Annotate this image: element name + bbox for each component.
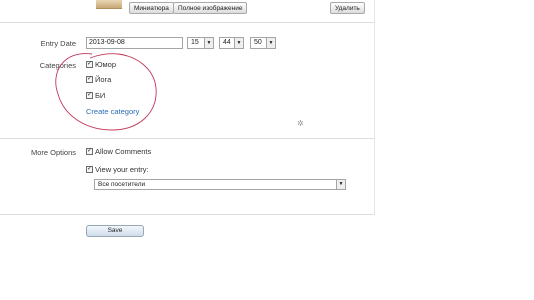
thumbnail-button[interactable]: Миниатюра [129, 2, 174, 14]
second-value: 50 [254, 39, 262, 46]
image-toolbar: Миниатюра Полное изображение Удалить [0, 0, 374, 20]
save-button[interactable]: Save [86, 225, 144, 237]
entry-date-input[interactable]: 2013-09-08 [86, 37, 183, 49]
view-entry-label: View your entry: [95, 165, 149, 174]
create-category-link[interactable]: Create category [86, 107, 139, 116]
visibility-select[interactable]: Все посетители ▼ [94, 179, 346, 190]
category-checkbox-bi[interactable]: ✓ [86, 92, 93, 99]
divider-bottom [0, 214, 374, 215]
category-checkbox-humor[interactable]: ✓ [86, 61, 93, 68]
chevron-down-icon[interactable]: ▼ [204, 38, 213, 48]
delete-button[interactable]: Удалить [330, 2, 365, 14]
more-options-label: More Options [30, 148, 76, 157]
entry-edit-page: Миниатюра Полное изображение Удалить Ent… [0, 0, 534, 300]
divider-top [0, 22, 374, 23]
image-thumbnail[interactable] [96, 0, 122, 9]
minute-select[interactable]: 44 ▼ [219, 37, 244, 49]
category-label-humor: Юмор [95, 60, 116, 69]
category-checkbox-yoga[interactable]: ✓ [86, 76, 93, 83]
categories-label: Categories [39, 61, 76, 70]
category-label-bi: БИ [95, 91, 106, 100]
sparkle-icon: ✲ [297, 119, 304, 128]
visibility-value: Все посетители [98, 181, 146, 188]
view-entry-checkbox[interactable]: ✓ [86, 166, 93, 173]
second-select[interactable]: 50 ▼ [250, 37, 276, 49]
allow-comments-checkbox[interactable]: ✓ [86, 148, 93, 155]
chevron-down-icon[interactable]: ▼ [234, 38, 243, 48]
divider-mid [0, 138, 374, 139]
full-image-button[interactable]: Полное изображение [173, 2, 248, 14]
chevron-down-icon[interactable]: ▼ [336, 180, 345, 189]
hour-select[interactable]: 15 ▼ [187, 37, 214, 49]
entry-date-label: Entry Date [40, 39, 76, 48]
right-border [374, 0, 375, 215]
allow-comments-label: Allow Comments [95, 147, 152, 156]
chevron-down-icon[interactable]: ▼ [266, 38, 275, 48]
category-label-yoga: Йога [95, 75, 112, 84]
minute-value: 44 [223, 39, 231, 46]
hour-value: 15 [191, 39, 199, 46]
